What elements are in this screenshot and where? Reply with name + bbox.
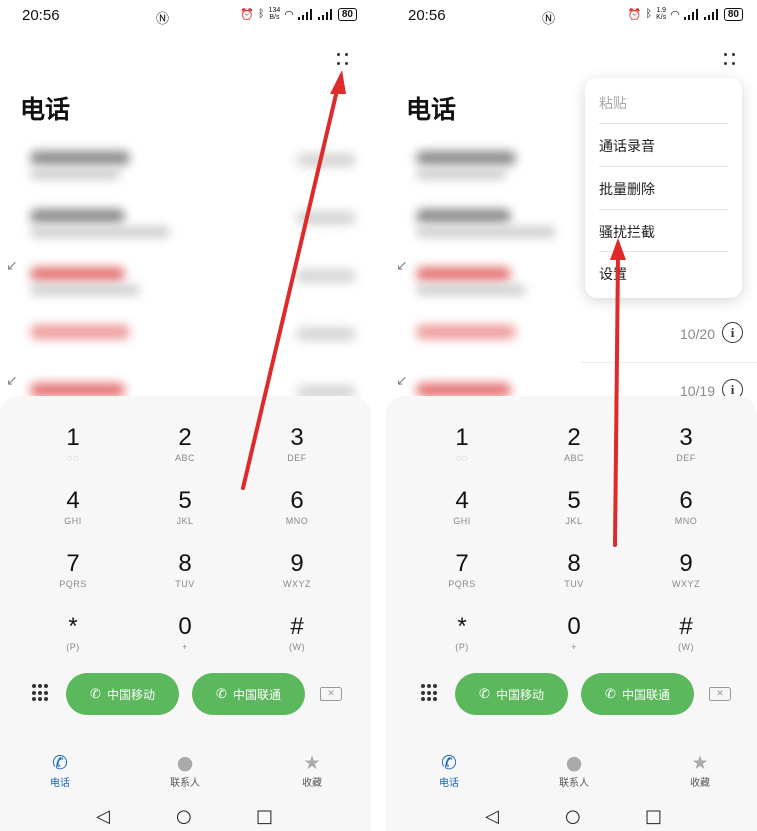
annotation-arrow: [610, 238, 626, 547]
phone-screen-right: 20:56 Ⓝ ⏰ ᛒ 1.9 K/s ◠ 80 电话 ↙ ↙ 10/20 i: [386, 0, 757, 831]
annotation-arrow: [241, 70, 346, 490]
divider: [371, 0, 386, 831]
phone-screen-left: 20:56 Ⓝ ⏰ ᛒ 134 B/s ◠ 80 电话 ↙ ↙ 1 ◌◌ 2 A…: [0, 0, 371, 831]
